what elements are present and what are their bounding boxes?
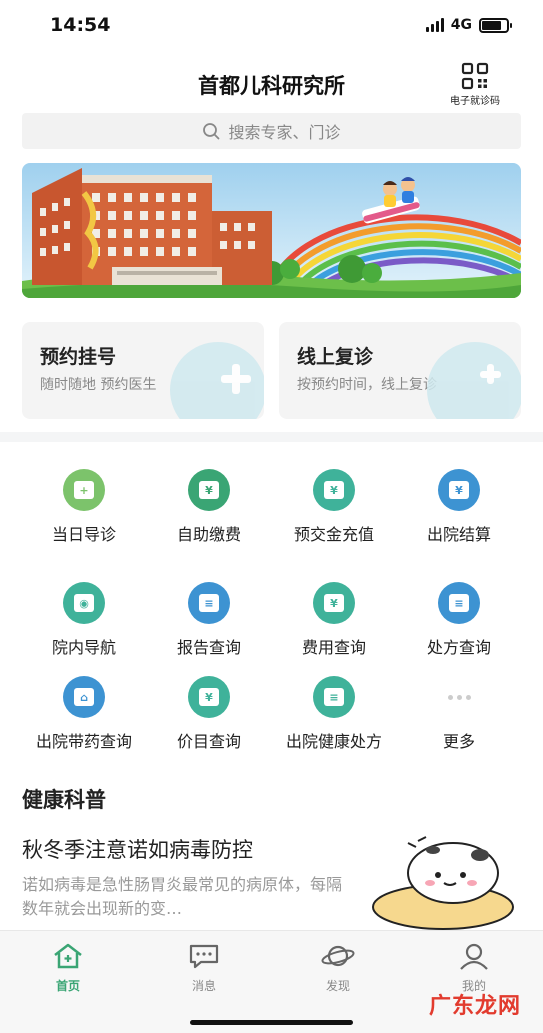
- service-health-prescription[interactable]: ≡ 出院健康处方: [264, 676, 404, 752]
- health-section-title: 健康科普: [22, 788, 106, 812]
- article-title[interactable]: 秋冬季注意诺如病毒防控: [22, 834, 253, 864]
- more-icon: [389, 676, 529, 718]
- health-prescription-icon: ≡: [313, 676, 355, 718]
- service-label: 自助缴费: [176, 525, 241, 544]
- tab-discover[interactable]: 发现: [298, 941, 378, 994]
- user-icon: [460, 943, 488, 970]
- home-indicator[interactable]: [190, 1020, 353, 1025]
- service-expense[interactable]: ¥ 费用查询: [264, 582, 404, 658]
- triage-icon: +: [63, 469, 105, 511]
- service-more[interactable]: 更多: [389, 676, 529, 752]
- service-label: 价目查询: [176, 732, 241, 751]
- appointment-title: 预约挂号: [40, 346, 117, 368]
- tab-messages[interactable]: 消息: [164, 941, 244, 994]
- tab-discover-label: 发现: [325, 979, 350, 993]
- status-time: 14:54: [50, 14, 111, 36]
- service-discharge-medicine[interactable]: ⌂ 出院带药查询: [14, 676, 154, 752]
- battery-icon: [479, 17, 512, 33]
- hospital-banner[interactable]: [22, 163, 521, 298]
- tab-messages-label: 消息: [191, 979, 216, 993]
- service-label: 出院健康处方: [285, 732, 382, 751]
- service-label: 院内导航: [51, 638, 116, 657]
- online-followup-card[interactable]: 线上复诊 按预约时间，线上复诊: [279, 322, 521, 419]
- search-placeholder: 搜索专家、门诊: [228, 123, 341, 142]
- service-navigation[interactable]: ◉ 院内导航: [14, 582, 154, 658]
- search-icon: [203, 123, 220, 140]
- planet-icon: [321, 945, 355, 967]
- settlement-icon: ¥: [438, 469, 480, 511]
- service-label: 处方查询: [426, 638, 491, 657]
- prescription-icon: ≡: [438, 582, 480, 624]
- service-self-payment[interactable]: ¥ 自助缴费: [139, 469, 279, 545]
- message-icon: [189, 944, 219, 969]
- service-label: 费用查询: [301, 638, 366, 657]
- section-divider: [0, 432, 543, 442]
- navigation-icon: ◉: [63, 582, 105, 624]
- payment-icon: ¥: [188, 469, 230, 511]
- signal-icon: [425, 18, 444, 32]
- battery-level: [482, 20, 502, 30]
- service-label: 报告查询: [176, 638, 241, 657]
- article-summary[interactable]: 诺如病毒是急性肠胃炎最常见的病原体，每隔数年就会出现新的变…: [22, 873, 342, 921]
- network-type: 4G: [450, 17, 472, 33]
- doctor-icon: [427, 342, 521, 419]
- service-label: 当日导诊: [51, 525, 116, 544]
- appointment-subtitle: 随时随地 预约医生: [40, 377, 157, 393]
- qr-code-icon: [461, 62, 489, 90]
- tab-profile[interactable]: 我的: [434, 941, 514, 994]
- e-card-label: 电子就诊码: [450, 96, 500, 107]
- service-label: 更多: [442, 732, 475, 751]
- tab-home[interactable]: 首页: [28, 941, 108, 994]
- home-icon: [54, 943, 82, 969]
- online-followup-subtitle: 按预约时间，线上复诊: [297, 377, 437, 393]
- watermark: 广东龙网: [428, 994, 521, 1019]
- search-input[interactable]: 搜索专家、门诊: [22, 113, 521, 149]
- discharge-medicine-icon: ⌂: [63, 676, 105, 718]
- status-indicators: 4G: [425, 17, 512, 33]
- deposit-icon: ¥: [313, 469, 355, 511]
- service-report[interactable]: ≡ 报告查询: [139, 582, 279, 658]
- banner-illustration: [22, 163, 521, 298]
- service-label: 出院结算: [426, 525, 491, 544]
- expense-icon: ¥: [313, 582, 355, 624]
- status-bar: 14:54 4G: [0, 0, 543, 54]
- service-deposit[interactable]: ¥ 预交金充值: [264, 469, 404, 545]
- article-illustration: [372, 836, 514, 930]
- service-triage[interactable]: + 当日导诊: [14, 469, 154, 545]
- e-card-button[interactable]: 电子就诊码: [445, 62, 505, 107]
- appointment-card[interactable]: 预约挂号 随时随地 预约医生: [22, 322, 264, 419]
- service-price[interactable]: ¥ 价目查询: [139, 676, 279, 752]
- app-header: 首都儿科研究所 电子就诊码: [0, 54, 543, 112]
- tab-home-label: 首页: [55, 979, 80, 993]
- service-label: 预交金充值: [293, 525, 374, 544]
- service-label: 出院带药查询: [35, 732, 132, 751]
- report-icon: ≡: [188, 582, 230, 624]
- online-followup-title: 线上复诊: [297, 346, 374, 368]
- service-settlement[interactable]: ¥ 出院结算: [389, 469, 529, 545]
- price-icon: ¥: [188, 676, 230, 718]
- medical-cross-icon: [170, 342, 264, 419]
- service-prescription[interactable]: ≡ 处方查询: [389, 582, 529, 658]
